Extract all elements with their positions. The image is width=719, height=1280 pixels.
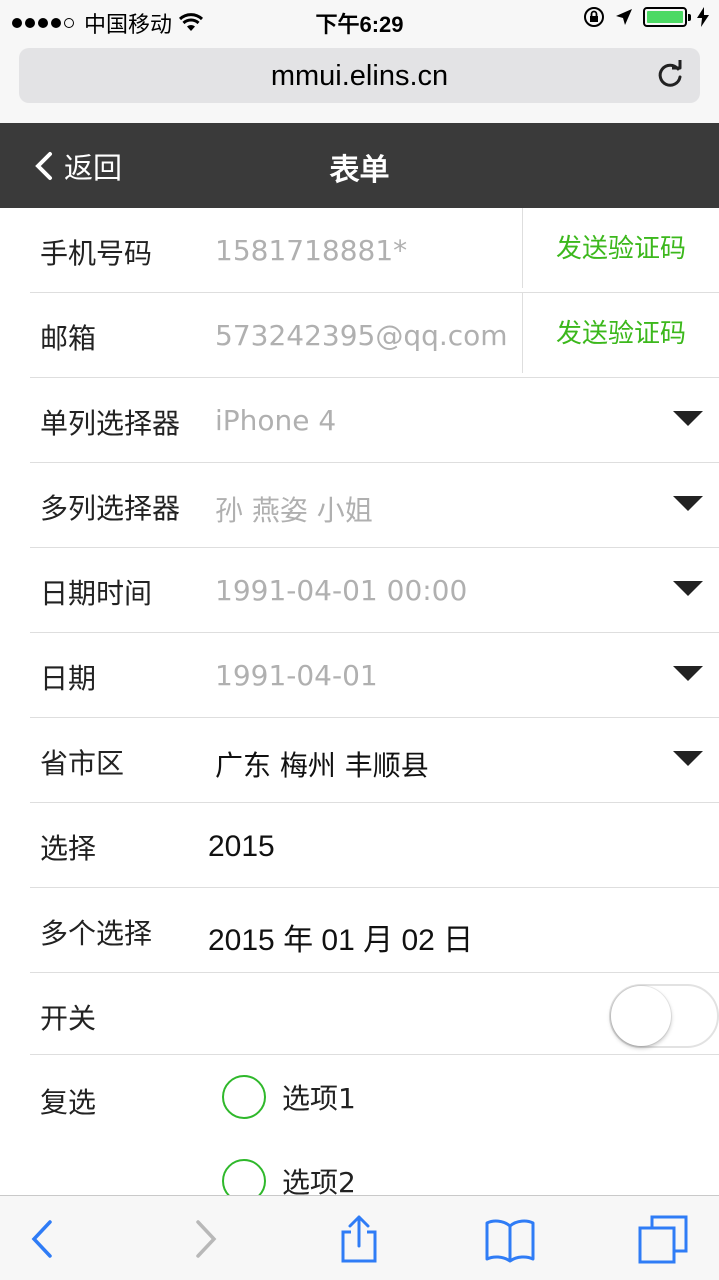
tabs-icon[interactable] — [638, 1214, 688, 1264]
switch-label: 开关 — [40, 1002, 97, 1035]
region-value[interactable]: 广东 梅州 丰顺县 — [215, 744, 429, 784]
send-code-button[interactable]: 发送验证码 — [522, 208, 719, 288]
datetime-value[interactable]: 1991-04-01 00:00 — [215, 574, 467, 607]
region-row[interactable]: 省市区 广东 梅州 丰顺县 — [30, 718, 719, 803]
browser-url-area: mmui.elins.cn — [0, 40, 719, 123]
page-title: 表单 — [329, 153, 390, 188]
multi-select-label: 多个选择 — [40, 917, 153, 950]
back-arrow-icon[interactable] — [20, 1214, 70, 1264]
phone-label: 手机号码 — [40, 237, 153, 270]
single-picker-value[interactable]: iPhone 4 — [215, 404, 336, 437]
date-row[interactable]: 日期 1991-04-01 — [30, 633, 719, 718]
email-label: 邮箱 — [40, 322, 97, 355]
email-row: 邮箱 573242395@qq.com 发送验证码 — [30, 293, 719, 378]
address-bar[interactable]: mmui.elins.cn — [19, 48, 700, 103]
url-text[interactable]: mmui.elins.cn — [19, 60, 700, 93]
checkbox-label: 复选 — [40, 1086, 97, 1119]
multi-picker-row[interactable]: 多列选择器 孙 燕姿 小姐 — [30, 463, 719, 548]
battery-icon — [643, 7, 691, 27]
email-input[interactable]: 573242395@qq.com — [215, 319, 507, 352]
date-value[interactable]: 1991-04-01 — [215, 659, 378, 692]
share-icon[interactable] — [334, 1214, 384, 1264]
switch-toggle[interactable] — [609, 984, 719, 1048]
select-row[interactable]: 选择 2015 — [30, 803, 719, 888]
checkbox-option-1[interactable]: 选项1 — [222, 1075, 356, 1119]
location-icon — [616, 9, 632, 25]
checkbox-option-label: 选项1 — [282, 1082, 356, 1115]
dropdown-arrow-icon[interactable] — [673, 411, 703, 426]
select-value[interactable]: 2015 — [208, 830, 275, 864]
checkbox-row: 复选 选项1 选项2 — [30, 1055, 719, 1205]
nav-bar: 返回 表单 — [0, 123, 719, 208]
phone-input[interactable]: 1581718881* — [215, 234, 507, 267]
select-label: 选择 — [40, 832, 97, 865]
region-label: 省市区 — [40, 747, 125, 780]
switch-knob[interactable] — [611, 986, 671, 1046]
multi-select-value[interactable]: 2015 年 01 月 02 日 — [208, 915, 473, 959]
reload-icon[interactable] — [654, 59, 686, 91]
form: 手机号码 1581718881* 发送验证码 邮箱 573242395@qq.c… — [0, 208, 719, 1205]
multi-picker-value[interactable]: 孙 燕姿 小姐 — [215, 489, 373, 529]
checkbox-circle-icon[interactable] — [222, 1075, 266, 1119]
send-email-code-button[interactable]: 发送验证码 — [522, 293, 719, 373]
dropdown-arrow-icon[interactable] — [673, 581, 703, 596]
forward-arrow-icon[interactable] — [180, 1214, 230, 1264]
dropdown-arrow-icon[interactable] — [673, 666, 703, 681]
dropdown-arrow-icon[interactable] — [673, 751, 703, 766]
dropdown-arrow-icon[interactable] — [673, 496, 703, 511]
phone-row: 手机号码 1581718881* 发送验证码 — [30, 208, 719, 293]
orientation-lock-icon — [584, 7, 604, 27]
multi-picker-label: 多列选择器 — [40, 492, 181, 525]
status-bar: 中国移动 下午6:29 — [0, 0, 719, 40]
single-picker-label: 单列选择器 — [40, 407, 181, 440]
switch-row: 开关 — [30, 973, 719, 1055]
datetime-row[interactable]: 日期时间 1991-04-01 00:00 — [30, 548, 719, 633]
charging-icon — [697, 7, 709, 27]
single-picker-row[interactable]: 单列选择器 iPhone 4 — [30, 378, 719, 463]
status-right — [583, 6, 709, 28]
bookmarks-icon[interactable] — [485, 1214, 535, 1264]
datetime-label: 日期时间 — [40, 577, 153, 610]
browser-toolbar — [0, 1195, 719, 1280]
date-label: 日期 — [40, 662, 97, 695]
multi-select-row[interactable]: 多个选择 2015 年 01 月 02 日 — [30, 888, 719, 973]
